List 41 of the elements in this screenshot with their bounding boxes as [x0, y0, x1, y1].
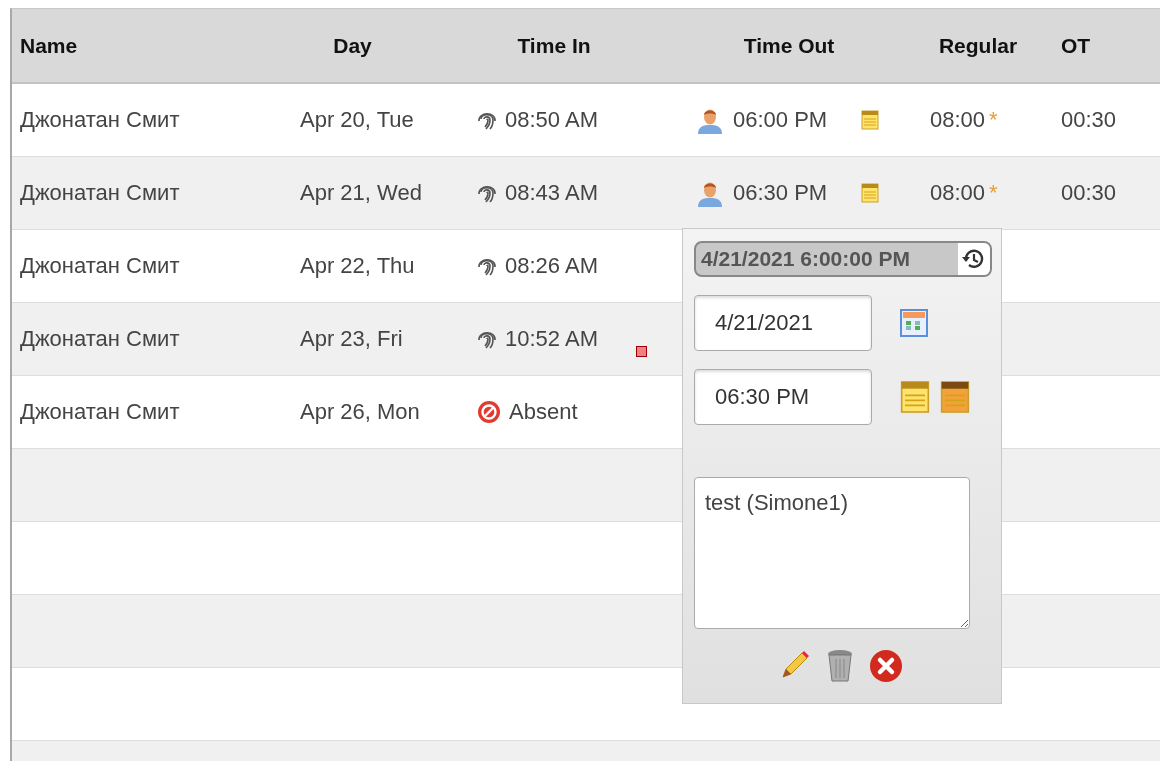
close-icon[interactable]: [868, 649, 903, 683]
note-icon[interactable]: [900, 380, 930, 414]
employee-name: Джонатан Смит: [20, 326, 180, 352]
time-text: 06:30 PM: [733, 180, 828, 206]
time-field[interactable]: 06:30 PM: [694, 369, 872, 425]
time-text: 10:52 AM: [505, 326, 598, 352]
note-icon[interactable]: [940, 380, 970, 414]
note-icon[interactable]: [861, 183, 880, 203]
column-header[interactable]: OT: [1051, 33, 1160, 58]
status-text: Absent: [509, 399, 578, 425]
no-entry-icon: [477, 400, 501, 424]
trash-icon[interactable]: [826, 649, 853, 683]
day-text: Apr 20, Tue: [300, 107, 414, 133]
day-text: Apr 21, Wed: [300, 180, 422, 206]
time-text: 06:00 PM: [733, 107, 828, 133]
calendar-icon[interactable]: [900, 309, 928, 337]
column-header[interactable]: Name: [12, 33, 290, 58]
employee-name: Джонатан Смит: [20, 180, 180, 206]
time-text: 08:43 AM: [505, 180, 598, 206]
regular-hours: 08:00: [930, 180, 986, 206]
column-header[interactable]: Day: [290, 33, 475, 58]
day-text: Apr 23, Fri: [300, 326, 403, 352]
original-time-field: 4/21/2021 6:00:00 PM: [694, 241, 992, 277]
day-text: Apr 22, Thu: [300, 253, 415, 279]
column-header[interactable]: Regular: [925, 33, 1051, 58]
asterisk-mark: *: [989, 107, 998, 133]
date-field[interactable]: 4/21/2021: [694, 295, 872, 351]
overtime-hours: 00:30: [1061, 180, 1117, 206]
employee-name: Джонатан Смит: [20, 107, 180, 133]
note-icon[interactable]: [861, 110, 880, 130]
comment-field[interactable]: test (Simone1): [694, 477, 970, 629]
column-header[interactable]: Time In: [475, 33, 693, 58]
day-text: Apr 26, Mon: [300, 399, 420, 425]
overtime-hours: 00:30: [1061, 107, 1117, 133]
time-text: 08:26 AM: [505, 253, 598, 279]
asterisk-mark: *: [989, 180, 998, 206]
time-text: 08:50 AM: [505, 107, 598, 133]
column-header[interactable]: Time Out: [693, 33, 925, 58]
employee-name: Джонатан Смит: [20, 253, 180, 279]
regular-hours: 08:00: [930, 107, 986, 133]
employee-name: Джонатан Смит: [20, 399, 180, 425]
